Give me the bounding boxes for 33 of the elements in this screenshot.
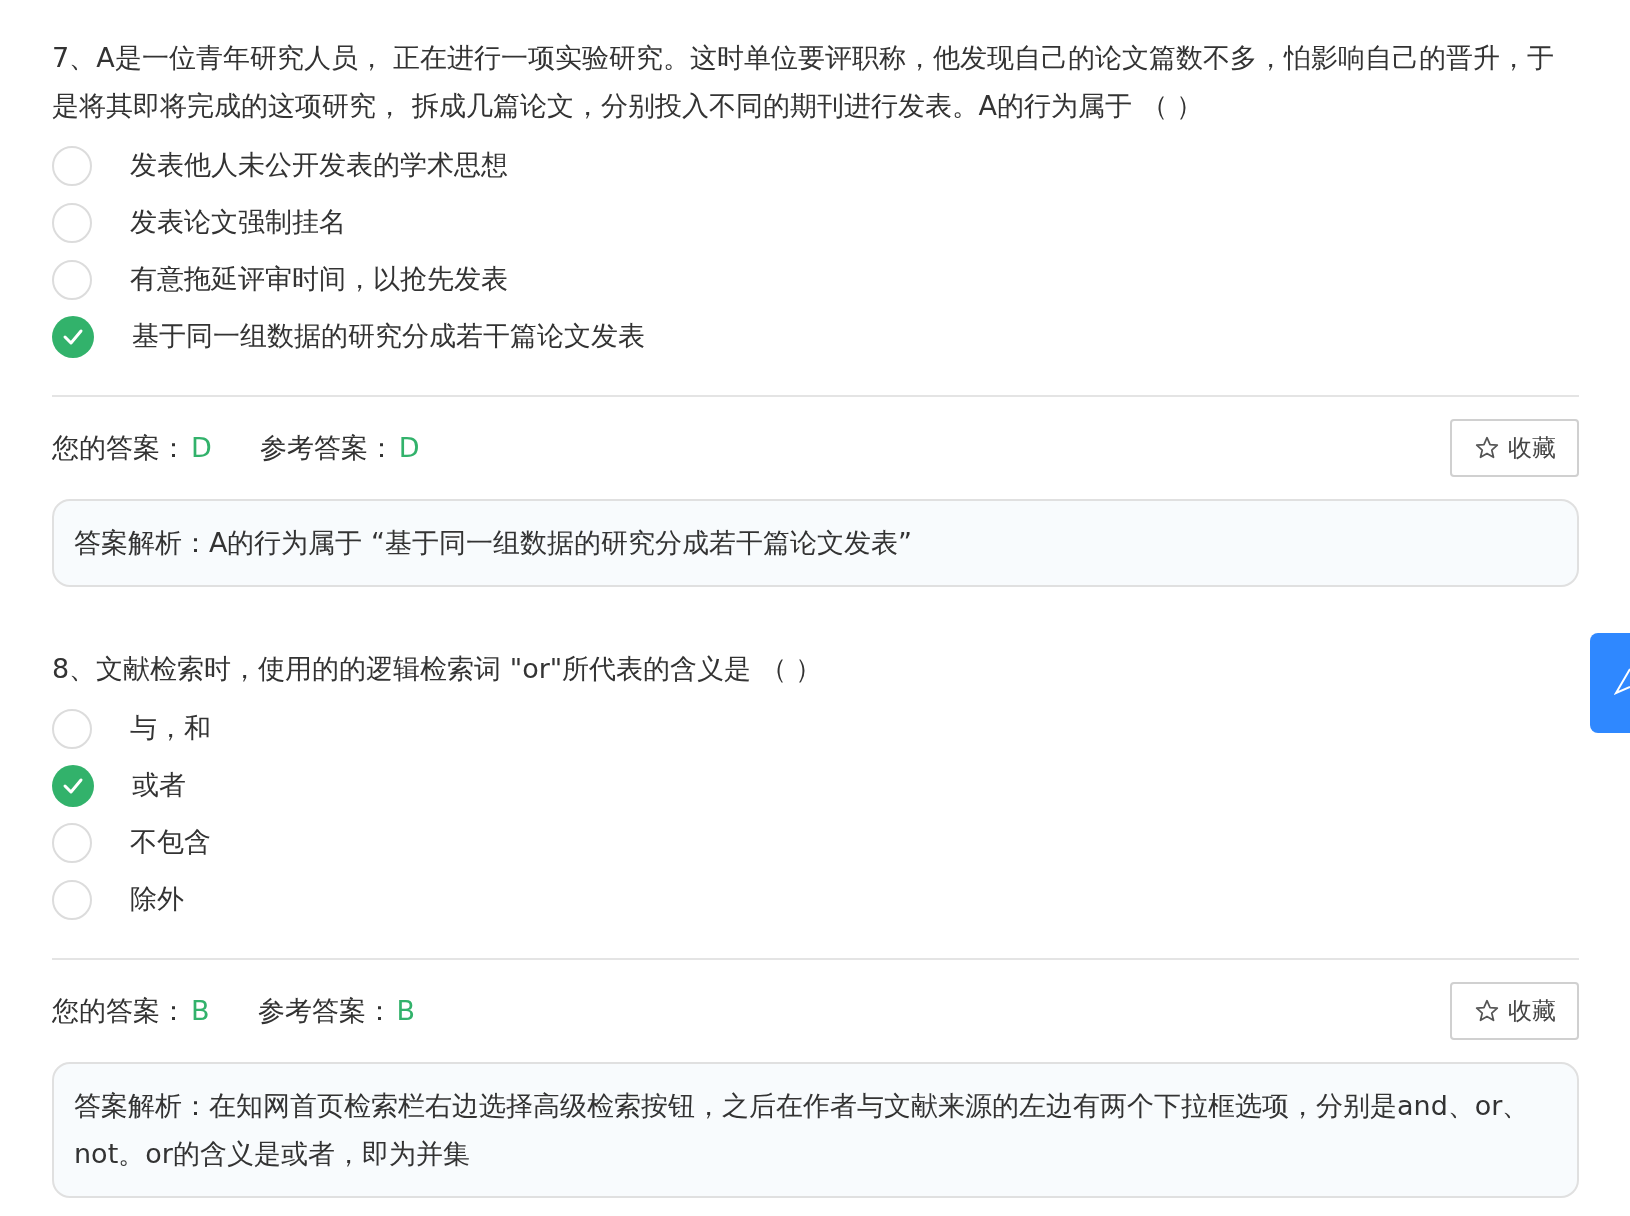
option-label: 与，和 bbox=[130, 711, 211, 746]
radio-button[interactable] bbox=[52, 202, 92, 243]
favorite-button[interactable]: 收藏 bbox=[1450, 982, 1579, 1040]
reference-answer-label: 参考答案： bbox=[257, 993, 393, 1028]
star-icon bbox=[1473, 998, 1500, 1024]
your-answer-label: 您的答案： bbox=[52, 430, 187, 465]
option-label: 基于同一组数据的研究分成若干篇论文发表 bbox=[132, 319, 645, 354]
radio-button[interactable] bbox=[52, 879, 92, 920]
your-answer-value: D bbox=[191, 430, 212, 465]
question-text: 7、A是一位青年研究人员， 正在进行一项实验研究。这时单位要评职称，他发现自己的论文篇数不多，怕影响自己的晋升，于是将其即将完成的这项研究， 拆成几篇论文，分别投入不同的期刊进行发表。A的行为属于 （ ） bbox=[52, 41, 1556, 123]
option-label: 不包含 bbox=[130, 825, 211, 860]
answer-explanation: 答案解析：在知网首页检索栏右边选择高级检索按钮，之后在作者与文献来源的左边有两个下拉框选项，分别是and、or、not。or的含义是或者，即为并集 bbox=[52, 1062, 1579, 1198]
answer-explanation: 答案解析：A的行为属于 “基于同一组数据的研究分成若干篇论文发表” bbox=[52, 499, 1579, 587]
radio-button[interactable] bbox=[52, 145, 92, 186]
side-tab[interactable] bbox=[1590, 633, 1630, 733]
option-label: 发表论文强制挂名 bbox=[130, 205, 346, 240]
option-label: 发表他人未公开发表的学术思想 bbox=[130, 148, 508, 183]
radio-button[interactable] bbox=[52, 259, 92, 300]
reference-answer-value: D bbox=[398, 430, 420, 465]
question-text: 8、文献检索时，使用的的逻辑检索词 "or"所代表的含义是 （ ） bbox=[52, 652, 824, 686]
radio-button[interactable] bbox=[52, 764, 94, 807]
your-answer-label: 您的答案： bbox=[52, 993, 187, 1028]
radio-button[interactable] bbox=[52, 708, 92, 749]
star-icon bbox=[1473, 435, 1500, 461]
radio-button[interactable] bbox=[52, 315, 94, 358]
reference-answer-value: B bbox=[396, 993, 416, 1028]
option-label: 或者 bbox=[132, 768, 186, 803]
reference-answer-label: 参考答案： bbox=[259, 430, 395, 465]
option-label: 除外 bbox=[130, 882, 184, 917]
option-label: 有意拖延评审时间，以抢先发表 bbox=[130, 262, 508, 297]
favorite-button[interactable]: 收藏 bbox=[1450, 419, 1579, 477]
radio-button[interactable] bbox=[52, 822, 92, 863]
your-answer-value: B bbox=[191, 993, 210, 1028]
